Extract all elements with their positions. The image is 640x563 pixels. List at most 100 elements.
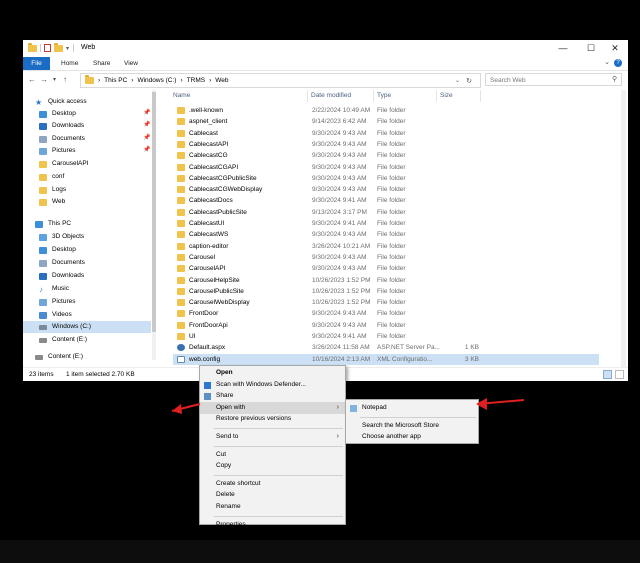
- tab-view[interactable]: View: [124, 57, 138, 70]
- table-row[interactable]: CarouselAPI 9/30/2024 9:43 AM File folder: [173, 263, 599, 274]
- table-row[interactable]: CablecastCGAPI 9/30/2024 9:43 AM File fold…: [173, 162, 599, 173]
- chevron-down-icon[interactable]: ▾: [66, 45, 69, 52]
- table-row[interactable]: CablecastCG 9/30/2024 9:43 AM File folder: [173, 150, 599, 161]
- nav-content-e-2[interactable]: Content (E:): [35, 351, 83, 363]
- recent-locations-icon[interactable]: ▾: [53, 76, 56, 83]
- nav-web[interactable]: Web: [39, 196, 65, 208]
- nav-pc-documents[interactable]: Documents: [39, 257, 85, 269]
- breadcrumb-web[interactable]: Web: [215, 77, 228, 84]
- nav-carouselapi[interactable]: CarouselAPI: [39, 158, 89, 170]
- table-row[interactable]: FrontDoorApi 9/30/2024 9:43 AM File folder: [173, 320, 599, 331]
- column-type[interactable]: Type: [377, 91, 391, 101]
- menu-item-copy[interactable]: Copy: [200, 460, 345, 472]
- search-icon[interactable]: ⚲: [612, 75, 617, 83]
- table-row[interactable]: CablecastWS 9/30/2024 9:43 AM File folder: [173, 229, 599, 240]
- table-row[interactable]: web.config 10/16/2024 2:13 AM XML Configur…: [173, 353, 599, 365]
- address-bar[interactable]: › This PC › Windows (C:) › TRMS › Web ⌄ …: [80, 73, 481, 88]
- menu-item-create-shortcut[interactable]: Create shortcut: [200, 478, 345, 490]
- table-row[interactable]: CablecastUI 9/30/2024 9:41 AM File folder: [173, 218, 599, 229]
- table-row[interactable]: CarouselWebDisplay 10/26/2023 1:52 PM File…: [173, 297, 599, 308]
- table-row[interactable]: CablecastDocs 9/30/2024 9:41 AM File folde…: [173, 195, 599, 206]
- back-icon[interactable]: ←: [28, 75, 36, 84]
- table-row[interactable]: CarouselHelpSite 10/26/2023 1:52 PM File f…: [173, 275, 599, 286]
- table-row[interactable]: caption-editor 3/26/2024 10:21 AM File fol…: [173, 241, 599, 252]
- scrollbar-thumb[interactable]: [152, 92, 156, 332]
- pin-icon[interactable]: 📌: [143, 146, 150, 153]
- large-icons-view-icon[interactable]: [615, 370, 624, 379]
- table-row[interactable]: .well-known 2/22/2024 10:49 AM File folder: [173, 105, 599, 116]
- menu-item-open[interactable]: Open: [200, 367, 345, 379]
- search-input[interactable]: Search Web: [485, 73, 622, 86]
- details-view-icon[interactable]: [603, 370, 612, 379]
- column-divider[interactable]: [480, 90, 481, 102]
- column-date-modified[interactable]: Date modified: [311, 91, 351, 101]
- menu-item-restore-previous-versions[interactable]: Restore previous versions: [200, 413, 345, 425]
- menu-item-choose-another-app[interactable]: Choose another app: [346, 431, 478, 443]
- nav-windows-c[interactable]: Windows (C:): [23, 321, 151, 333]
- menu-item-search-the-microsoft-store[interactable]: Search the Microsoft Store: [346, 420, 478, 432]
- nav-pictures[interactable]: Pictures: [39, 145, 75, 157]
- table-row[interactable]: Carousel 9/30/2024 9:43 AM File folder: [173, 252, 599, 263]
- new-folder-icon[interactable]: [54, 42, 63, 52]
- nav-quick-access[interactable]: ★ Quick access: [35, 96, 87, 108]
- table-row[interactable]: CablecastCGWebDisplay 9/30/2024 9:43 AM Fi…: [173, 184, 599, 195]
- menu-item-share[interactable]: Share: [200, 390, 345, 402]
- forward-icon[interactable]: →: [40, 75, 48, 84]
- column-divider[interactable]: [307, 90, 308, 102]
- table-row[interactable]: Cablecast 9/30/2024 9:43 AM File folder: [173, 128, 599, 139]
- nav-3d-objects[interactable]: 3D Objects: [39, 231, 84, 243]
- properties-icon[interactable]: [44, 44, 51, 52]
- nav-desktop[interactable]: Desktop: [39, 108, 76, 120]
- nav-pc-pictures[interactable]: Pictures: [39, 296, 75, 308]
- column-size[interactable]: Size: [440, 91, 453, 101]
- tab-home[interactable]: Home: [61, 57, 78, 70]
- breadcrumb-this-pc[interactable]: This PC: [104, 77, 127, 84]
- nav-downloads[interactable]: Downloads: [39, 120, 84, 132]
- file-name-label: CablecastWS: [189, 231, 229, 239]
- column-name[interactable]: Name: [173, 91, 190, 101]
- menu-item-open-with[interactable]: Open with ›: [200, 401, 345, 414]
- nav-conf[interactable]: conf: [39, 171, 64, 183]
- table-row[interactable]: CablecastCGPublicSite 9/30/2024 9:43 AM Fi…: [173, 173, 599, 184]
- tab-file[interactable]: File: [23, 57, 50, 70]
- table-row[interactable]: CablecastAPI 9/30/2024 9:43 AM File folder: [173, 139, 599, 150]
- table-row[interactable]: CarouselPublicSite 10/26/2023 1:52 PM File…: [173, 286, 599, 297]
- menu-item-rename[interactable]: Rename: [200, 501, 345, 513]
- tab-share[interactable]: Share: [93, 57, 110, 70]
- pin-icon[interactable]: 📌: [143, 134, 150, 141]
- nav-documents[interactable]: Documents: [39, 133, 85, 145]
- close-button[interactable]: ✕: [601, 40, 628, 56]
- nav-logs[interactable]: Logs: [39, 184, 66, 196]
- table-row[interactable]: FrontDoor 9/30/2024 9:43 AM File folder: [173, 308, 599, 319]
- table-row[interactable]: Default.aspx 3/26/2024 11:58 AM ASP.NET Se…: [173, 342, 599, 353]
- pin-icon[interactable]: 📌: [143, 121, 150, 128]
- table-row[interactable]: aspnet_client 9/14/2023 6:42 AM File folde…: [173, 116, 599, 127]
- table-row[interactable]: UI 9/30/2024 9:41 AM File folder: [173, 331, 599, 342]
- breadcrumb-trms[interactable]: TRMS: [187, 77, 205, 84]
- column-divider[interactable]: [373, 90, 374, 102]
- nav-this-pc[interactable]: This PC: [35, 218, 71, 230]
- menu-item-delete[interactable]: Delete: [200, 489, 345, 501]
- up-icon[interactable]: ↑: [63, 75, 67, 84]
- chevron-down-icon[interactable]: ⌄: [604, 58, 610, 66]
- nav-scrollbar[interactable]: [152, 90, 156, 360]
- nav-content-e[interactable]: Content (E:): [39, 334, 87, 346]
- pin-icon[interactable]: 📌: [143, 109, 150, 116]
- menu-item-notepad[interactable]: Notepad: [346, 402, 478, 414]
- nav-videos[interactable]: Videos: [39, 309, 72, 321]
- table-row[interactable]: CablecastPublicSite 9/13/2024 3:17 PM File…: [173, 207, 599, 218]
- menu-item-properties[interactable]: Properties: [200, 519, 345, 531]
- nav-pc-downloads[interactable]: Downloads: [39, 270, 84, 282]
- refresh-icon[interactable]: ↻: [466, 77, 472, 85]
- menu-item-cut[interactable]: Cut: [200, 449, 345, 461]
- column-divider[interactable]: [436, 90, 437, 102]
- menu-item-send-to[interactable]: Send to ›: [200, 431, 345, 443]
- nav-music[interactable]: ♪ Music: [39, 283, 69, 295]
- menu-item-scan-with-windows-defender[interactable]: Scan with Windows Defender...: [200, 379, 345, 391]
- help-icon[interactable]: ?: [614, 59, 622, 67]
- minimize-button[interactable]: —: [549, 40, 577, 56]
- chevron-down-icon[interactable]: ⌄: [455, 77, 460, 84]
- file-list-scrollbar[interactable]: [621, 90, 626, 367]
- nav-pc-desktop[interactable]: Desktop: [39, 244, 76, 256]
- breadcrumb-windows-c[interactable]: Windows (C:): [137, 77, 176, 84]
